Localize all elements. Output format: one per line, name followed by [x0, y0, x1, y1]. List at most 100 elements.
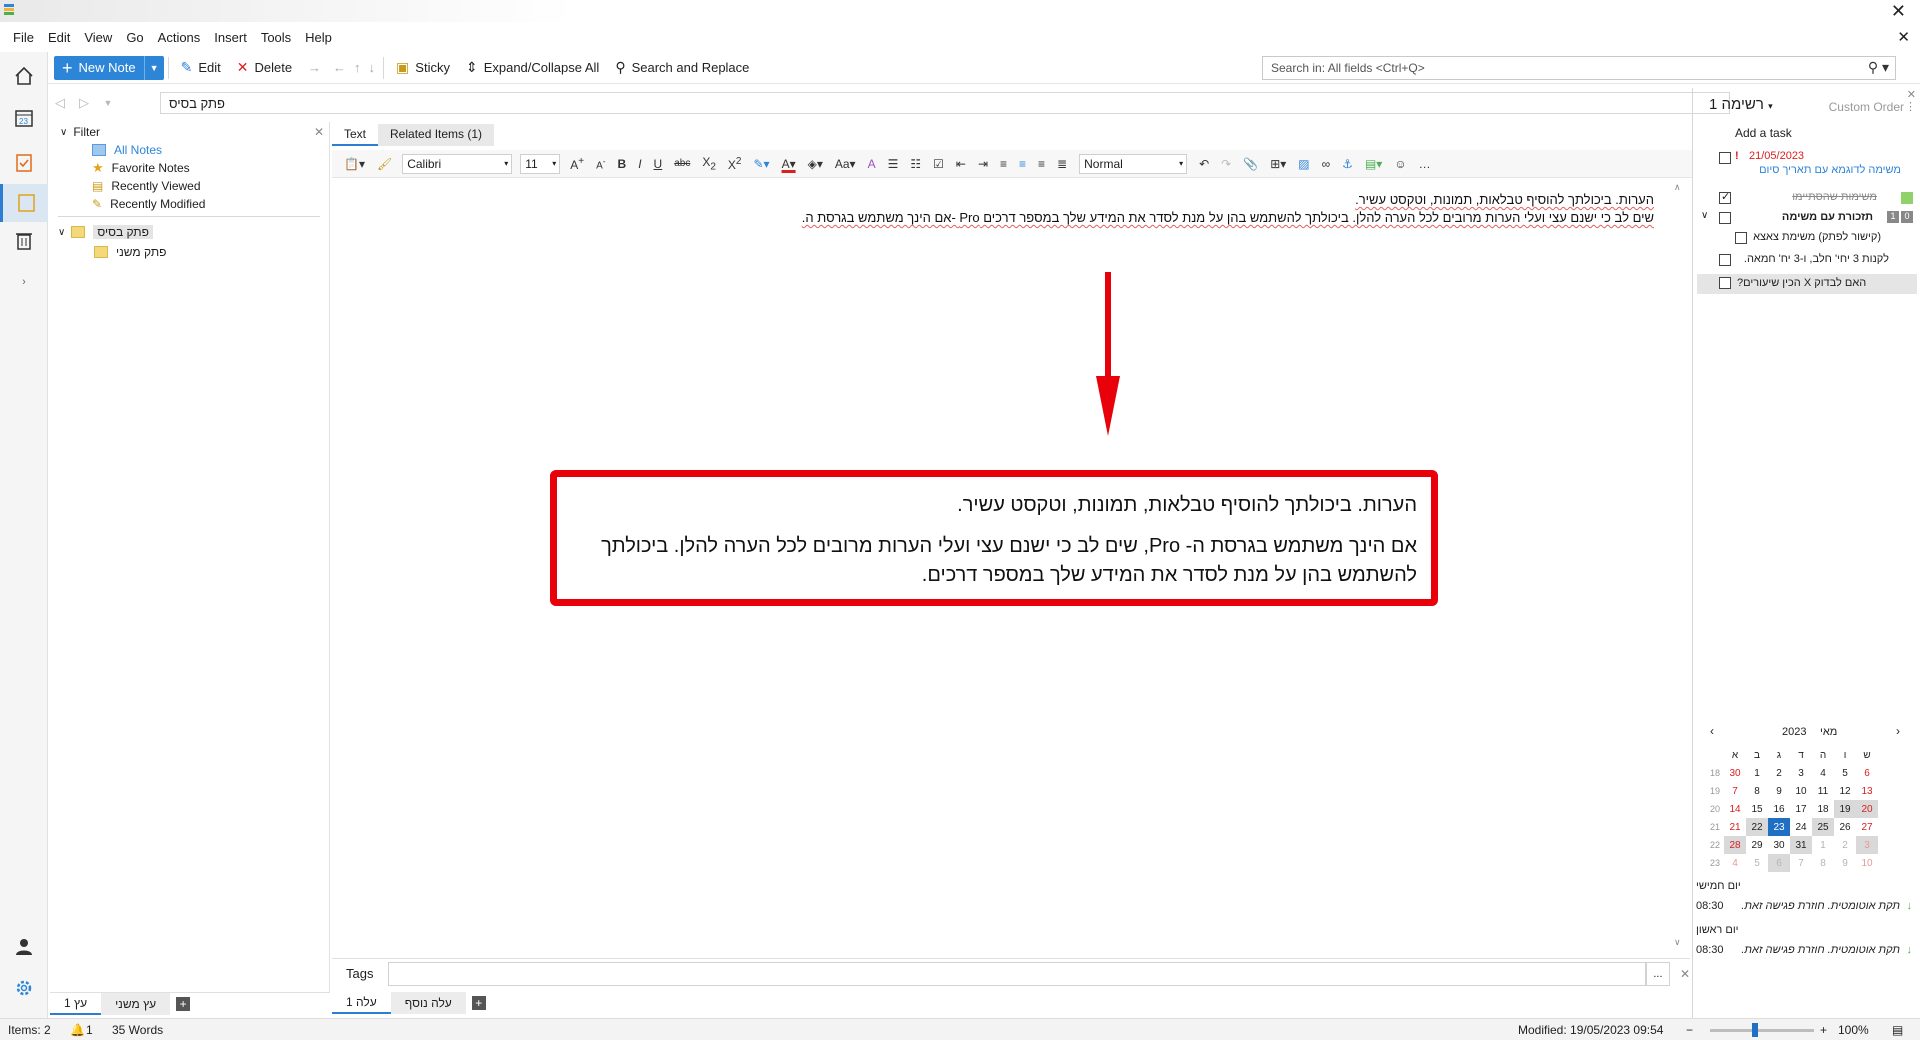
tags-input[interactable]: [388, 961, 1646, 986]
calendar-day[interactable]: 30: [1768, 836, 1790, 854]
forward-arrow-icon[interactable]: →: [300, 55, 329, 81]
home-icon[interactable]: [10, 62, 38, 90]
calendar-day[interactable]: 20: [1856, 800, 1878, 818]
sort-order[interactable]: Custom Order: [1829, 100, 1904, 114]
fill-color-icon[interactable]: ◈▾: [808, 157, 823, 171]
page-tab-1[interactable]: עלה 1: [332, 992, 391, 1014]
bold-icon[interactable]: B: [618, 157, 627, 171]
calendar-day[interactable]: 13: [1856, 782, 1878, 800]
trash-icon[interactable]: [10, 226, 38, 254]
menu-go[interactable]: Go: [119, 30, 150, 45]
image-icon[interactable]: ▨: [1298, 157, 1309, 171]
tasks-icon[interactable]: [10, 148, 38, 176]
history-dropdown-icon[interactable]: ▼: [96, 98, 120, 108]
calendar-day[interactable]: 3: [1856, 836, 1878, 854]
menu-actions[interactable]: Actions: [151, 30, 208, 45]
grow-font-icon[interactable]: A+: [570, 156, 584, 172]
change-case-icon[interactable]: Aa▾: [835, 157, 856, 171]
agenda-event[interactable]: תקת אוטומטית. חוזרת פגישה זאת.: [1741, 900, 1900, 912]
task-item[interactable]: לקנות 3 יחי' חלב, ו-3 יח' חמאה.: [1697, 252, 1917, 270]
tab-related-items[interactable]: Related Items (1): [378, 124, 495, 146]
scroll-up-icon[interactable]: ∧: [1674, 182, 1681, 193]
redo-icon[interactable]: ↷: [1221, 157, 1231, 171]
zoom-in-icon[interactable]: +: [1820, 1023, 1827, 1037]
edit-button[interactable]: ✎ Edit: [173, 55, 229, 81]
delete-button[interactable]: ✕ Delete: [229, 55, 300, 81]
underline-icon[interactable]: U: [654, 157, 663, 171]
notes-icon[interactable]: [0, 184, 48, 222]
notifications-icon[interactable]: ▤: [1892, 1023, 1903, 1037]
filter-recently-viewed[interactable]: ▤ Recently Viewed: [92, 176, 201, 196]
filter-close-icon[interactable]: ✕: [314, 122, 324, 142]
calendar-day[interactable]: 24: [1790, 818, 1812, 836]
task-item-selected[interactable]: האם לבדוק X הכין שיעורים?: [1697, 274, 1917, 294]
expand-collapse-button[interactable]: ⇕ Expand/Collapse All: [458, 55, 607, 81]
tags-more-button[interactable]: ...: [1645, 961, 1670, 986]
up-arrow-icon[interactable]: ↑: [350, 55, 365, 81]
undo-icon[interactable]: ↶: [1199, 157, 1209, 171]
contacts-icon[interactable]: [10, 932, 38, 960]
menu-edit[interactable]: Edit: [41, 30, 77, 45]
tags-close-icon[interactable]: ✕: [1680, 967, 1690, 981]
filter-recently-modified[interactable]: ✎ Recently Modified: [92, 194, 205, 214]
calendar-day[interactable]: 7: [1724, 782, 1746, 800]
align-left-icon[interactable]: ≡: [1000, 157, 1007, 171]
link-icon[interactable]: ∞: [1322, 157, 1331, 171]
search-replace-button[interactable]: ⚲ Search and Replace: [607, 55, 757, 81]
nav-back-icon[interactable]: ◁: [48, 95, 72, 111]
back-arrow-icon[interactable]: ←: [329, 55, 350, 81]
menu-view[interactable]: View: [77, 30, 119, 45]
search-input[interactable]: Search in: All fields <Ctrl+Q> ⚲ ▾: [1262, 56, 1896, 80]
format-painter-icon[interactable]: 🖌: [377, 157, 392, 171]
calendar-day[interactable]: 4: [1812, 764, 1834, 782]
chevron-down-icon[interactable]: ∨: [1701, 210, 1708, 221]
calendar-day[interactable]: 1: [1812, 836, 1834, 854]
anchor-icon[interactable]: ⚓: [1342, 157, 1353, 171]
calendar-next-icon[interactable]: ›: [1896, 724, 1900, 738]
calendar-day[interactable]: 9: [1768, 782, 1790, 800]
menu-file[interactable]: File: [6, 30, 41, 45]
window-close-button[interactable]: ✕: [1891, 1, 1906, 22]
paragraph-style-select[interactable]: Normal ▾: [1079, 153, 1188, 174]
paste-icon[interactable]: 📋▾: [344, 157, 365, 171]
calendar-day[interactable]: 28: [1724, 836, 1746, 854]
calendar-day[interactable]: 8: [1812, 854, 1834, 872]
new-note-dropdown[interactable]: ▼: [143, 55, 164, 80]
calendar-day[interactable]: 27: [1856, 818, 1878, 836]
font-color-icon[interactable]: A▾: [782, 157, 796, 171]
numbered-list-icon[interactable]: ☷: [910, 157, 921, 171]
task-checkbox[interactable]: [1719, 190, 1731, 204]
add-task-button[interactable]: Add a task: [1735, 126, 1792, 140]
insert-doc-icon[interactable]: ▤▾: [1365, 157, 1382, 171]
filter-all-notes[interactable]: All Notes: [92, 140, 162, 160]
emoji-icon[interactable]: ☺: [1394, 157, 1406, 171]
tree-node-root[interactable]: ∨ פתק בסיס: [58, 222, 153, 242]
superscript-icon[interactable]: X2: [728, 156, 742, 172]
breadcrumb[interactable]: פתק בסיס: [160, 92, 1730, 114]
calendar-day[interactable]: 8: [1746, 782, 1768, 800]
calendar-day[interactable]: 25: [1812, 818, 1834, 836]
calendar-day[interactable]: 5: [1834, 764, 1856, 782]
editor-scrollbar[interactable]: ∧ ∨: [1672, 180, 1686, 950]
add-page-icon[interactable]: +: [471, 996, 486, 1010]
sticky-button[interactable]: ▣ Sticky: [388, 55, 458, 81]
calendar-day[interactable]: 3: [1790, 764, 1812, 782]
nav-forward-icon[interactable]: ▷: [72, 95, 96, 111]
down-arrow-icon[interactable]: ↓: [365, 55, 380, 81]
zoom-out-icon[interactable]: −: [1686, 1023, 1693, 1037]
strikethrough-icon[interactable]: abc: [674, 158, 690, 169]
calendar-day[interactable]: 16: [1768, 800, 1790, 818]
shrink-font-icon[interactable]: A-: [596, 156, 605, 171]
tree-tab-secondary[interactable]: עץ משני: [101, 992, 171, 1015]
task-checkbox[interactable]: [1719, 152, 1731, 164]
calendar-day[interactable]: 7: [1790, 854, 1812, 872]
settings-gear-icon[interactable]: [10, 974, 38, 1002]
task-checkbox[interactable]: [1735, 232, 1747, 244]
zoom-slider-handle[interactable]: [1752, 1023, 1758, 1037]
tab-text[interactable]: Text: [332, 124, 379, 146]
menu-help[interactable]: Help: [298, 30, 339, 45]
filter-favorite-notes[interactable]: ★ Favorite Notes: [92, 158, 190, 178]
calendar-day[interactable]: 9: [1834, 854, 1856, 872]
bell-icon[interactable]: 🔔: [70, 1023, 85, 1037]
font-size-select[interactable]: 11 ▾: [520, 153, 561, 174]
